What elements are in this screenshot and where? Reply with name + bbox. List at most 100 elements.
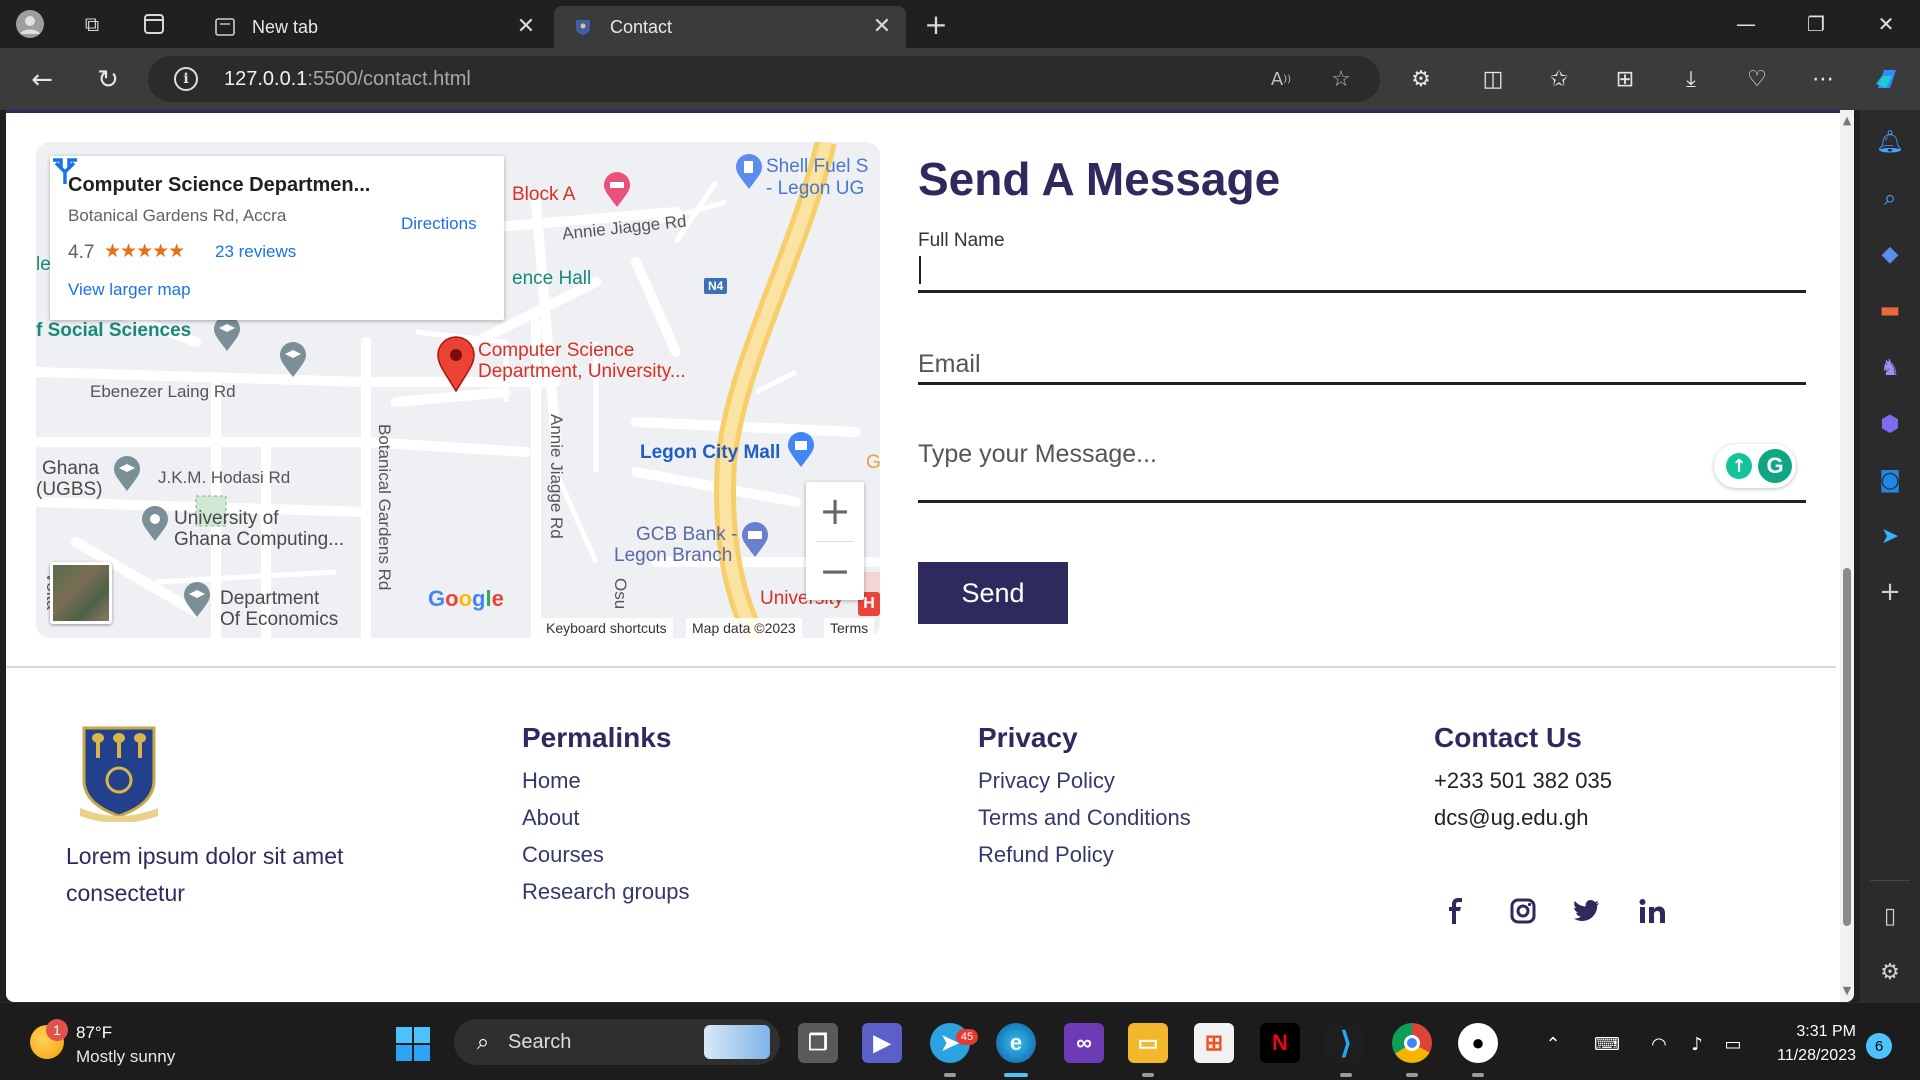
location-marker-icon[interactable] xyxy=(436,336,476,392)
address-bar[interactable]: i 127.0.0.1:5500/contact.html A)) ☆ xyxy=(148,56,1380,102)
footer-link-research-groups[interactable]: Research groups xyxy=(522,879,690,905)
contact-email[interactable]: dcs@ug.edu.gh xyxy=(1434,805,1588,831)
message-field[interactable]: Type your Message... xyxy=(918,440,1157,469)
read-aloud-icon[interactable]: A)) xyxy=(1266,64,1296,94)
drop-send-icon[interactable]: ➤ xyxy=(1872,518,1908,554)
vscode-icon[interactable]: ⟩ xyxy=(1326,1023,1366,1063)
linkedin-icon[interactable] xyxy=(1636,894,1670,928)
notifications-bell-icon[interactable]: 🔔︎ xyxy=(1872,124,1908,160)
full-name-field[interactable] xyxy=(918,250,1806,290)
directions-icon[interactable] xyxy=(50,156,80,186)
close-tab-icon[interactable]: ✕ xyxy=(512,12,540,40)
profile-icon[interactable] xyxy=(14,8,46,40)
more-menu-icon[interactable]: ⋯ xyxy=(1806,62,1840,96)
collections-icon[interactable]: ⊞ xyxy=(1608,62,1642,96)
file-explorer-icon[interactable]: ▭ xyxy=(1128,1023,1168,1063)
show-hidden-icons-chevron-icon[interactable]: ⌃ xyxy=(1540,1031,1566,1057)
browser-essentials-icon[interactable]: ♡ xyxy=(1740,62,1774,96)
workspaces-icon[interactable]: ⧉ xyxy=(76,8,108,40)
gas-station-pin-icon[interactable] xyxy=(734,154,764,190)
directions-link[interactable]: Directions xyxy=(401,214,477,234)
minimize-icon[interactable]: — xyxy=(1716,4,1776,44)
bank-pin-icon[interactable] xyxy=(740,522,770,558)
weather-description[interactable]: Mostly sunny xyxy=(76,1047,175,1067)
instagram-icon[interactable] xyxy=(1506,894,1540,928)
microsoft-365-icon[interactable]: ⬢ xyxy=(1872,406,1908,442)
volume-icon[interactable]: ♪ xyxy=(1684,1031,1710,1057)
footer-link-refund-policy[interactable]: Refund Policy xyxy=(978,842,1114,868)
restore-icon[interactable]: ❐ xyxy=(1786,4,1846,44)
footer-link-courses[interactable]: Courses xyxy=(522,842,604,868)
search-icon[interactable]: ⌕ xyxy=(1872,180,1908,216)
tab-contact[interactable]: Contact ✕ xyxy=(554,6,906,48)
grammarly-icon[interactable]: G xyxy=(1758,449,1792,483)
footer-link-home[interactable]: Home xyxy=(522,768,581,794)
send-button[interactable]: Send xyxy=(918,562,1068,624)
grammarly-widget[interactable]: ↑ G xyxy=(1714,444,1796,488)
battery-icon[interactable]: ▭ xyxy=(1720,1031,1746,1057)
teams-chat-icon[interactable]: ▶ xyxy=(862,1023,902,1063)
outlook-icon[interactable]: ◙ xyxy=(1872,462,1908,498)
email-field[interactable]: Email xyxy=(918,350,981,379)
facebook-icon[interactable] xyxy=(1438,894,1472,928)
taskbar-search[interactable]: ⌕ Search xyxy=(454,1019,780,1065)
scroll-up-arrow-icon[interactable]: ▲ xyxy=(1841,114,1853,127)
windows-start-icon[interactable] xyxy=(396,1027,430,1061)
keyboard-shortcuts-link[interactable]: Keyboard shortcuts xyxy=(540,618,673,638)
url-text[interactable]: 127.0.0.1:5500/contact.html xyxy=(224,68,471,91)
notification-count-badge[interactable]: 6 xyxy=(1866,1033,1892,1059)
close-tab-icon[interactable]: ✕ xyxy=(868,12,896,40)
edge-icon[interactable]: e xyxy=(996,1023,1036,1063)
tools-briefcase-icon[interactable]: ▬ xyxy=(1872,292,1908,328)
copilot-icon[interactable] xyxy=(1870,62,1904,96)
clock-time[interactable]: 3:31 PM xyxy=(1766,1023,1856,1041)
clock-date[interactable]: 11/28/2023 xyxy=(1756,1047,1856,1065)
scroll-down-arrow-icon[interactable]: ▼ xyxy=(1841,984,1853,997)
footer-link-privacy-policy[interactable]: Privacy Policy xyxy=(978,768,1115,794)
footer-link-about[interactable]: About xyxy=(522,805,580,831)
scrollbar-thumb[interactable] xyxy=(1843,568,1851,926)
favorite-star-icon[interactable]: ☆ xyxy=(1326,64,1356,94)
school-pin-icon[interactable] xyxy=(212,316,242,352)
tab-actions-icon[interactable] xyxy=(138,8,170,40)
school-pin-icon[interactable] xyxy=(182,582,212,618)
shopping-pin-icon[interactable] xyxy=(786,432,816,468)
page-scrollbar[interactable]: ▲ ▼ xyxy=(1840,110,1854,1002)
school-pin-icon[interactable] xyxy=(112,456,142,492)
zoom-out-button[interactable]: − xyxy=(806,542,864,600)
view-larger-map-link[interactable]: View larger map xyxy=(68,280,191,300)
google-map-embed[interactable]: Block A Shell Fuel S - Legon UG Annie Ji… xyxy=(36,142,880,638)
microsoft-store-icon[interactable]: ⊞ xyxy=(1194,1023,1234,1063)
weather-temperature[interactable]: 87°F xyxy=(76,1023,112,1043)
shopping-tag-icon[interactable]: ◆ xyxy=(1872,236,1908,272)
extensions-icon[interactable]: ⚙ xyxy=(1404,62,1438,96)
downloads-icon[interactable]: ⤓ xyxy=(1674,62,1708,96)
place-pin-icon[interactable] xyxy=(140,506,170,542)
add-sidebar-app-icon[interactable]: + xyxy=(1872,574,1908,610)
wifi-icon[interactable]: ◠ xyxy=(1646,1031,1672,1057)
school-pin-icon[interactable] xyxy=(278,342,308,378)
task-view-icon[interactable]: ❐ xyxy=(798,1023,838,1063)
refresh-icon[interactable]: ↻ xyxy=(90,62,126,98)
tab-new-tab[interactable]: New tab ✕ xyxy=(196,6,550,48)
grammarly-suggestion-icon[interactable]: ↑ xyxy=(1726,453,1752,479)
netflix-icon[interactable]: N xyxy=(1260,1023,1300,1063)
visual-studio-icon[interactable]: ∞ xyxy=(1064,1023,1104,1063)
games-icon[interactable]: ♞ xyxy=(1872,350,1908,386)
zoom-in-button[interactable]: + xyxy=(806,482,864,540)
site-info-icon[interactable]: i xyxy=(174,67,198,91)
close-window-icon[interactable]: ✕ xyxy=(1856,4,1916,44)
map-terms-link[interactable]: Terms xyxy=(824,618,875,638)
favorites-icon[interactable]: ✩ xyxy=(1542,62,1576,96)
footer-link-terms[interactable]: Terms and Conditions xyxy=(978,805,1191,831)
keyboard-icon[interactable]: ⌨ xyxy=(1594,1031,1620,1057)
chrome-icon[interactable] xyxy=(1392,1023,1432,1063)
twitter-icon[interactable] xyxy=(1570,894,1604,928)
hide-sidebar-icon[interactable]: ▯ xyxy=(1872,898,1908,934)
github-desktop-icon[interactable]: ● xyxy=(1458,1023,1498,1063)
hotel-pin-icon[interactable] xyxy=(602,172,632,208)
new-tab-plus-icon[interactable]: + xyxy=(920,8,952,41)
back-icon[interactable]: ← xyxy=(24,62,60,98)
reviews-link[interactable]: 23 reviews xyxy=(215,242,296,262)
split-screen-icon[interactable]: ◫ xyxy=(1476,62,1510,96)
